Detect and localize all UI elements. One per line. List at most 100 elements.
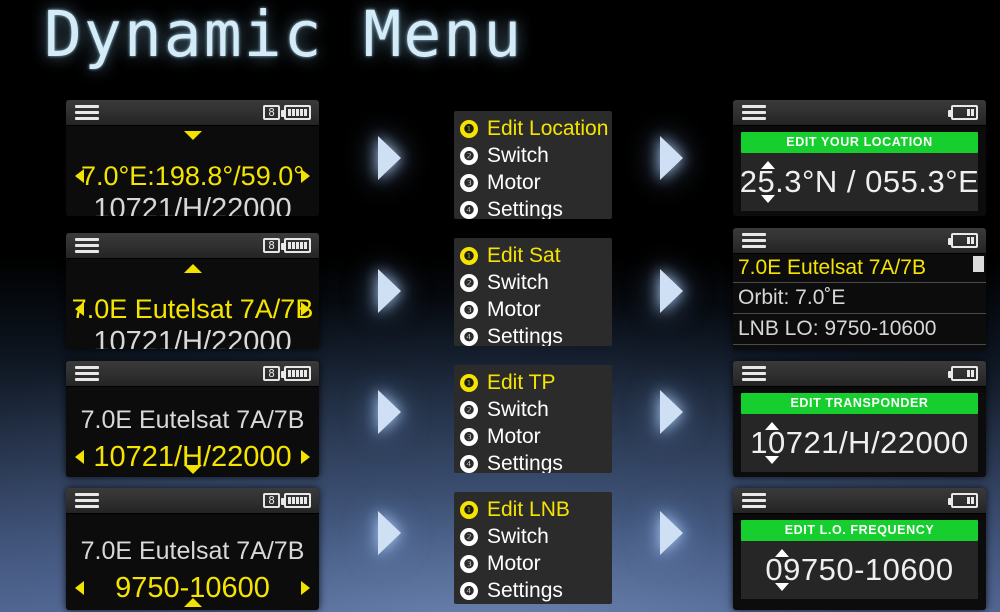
selected-value-row[interactable]: 7.0E Eutelsat 7A/7B: [66, 289, 319, 329]
menu-panel-transponder[interactable]: ❶ Edit TP ❷ Switch ❸ Motor ❹ Settings: [454, 365, 612, 473]
menu-item-label: Edit Sat: [487, 243, 561, 267]
device-screen-location-browse[interactable]: 8 7.0°E:198.8°/59.0° 10721/H/22000: [66, 100, 319, 216]
spinner-up-icon[interactable]: [761, 161, 775, 169]
arrow-right-icon[interactable]: [301, 581, 310, 595]
sub-value-row: 10721/H/22000: [66, 325, 319, 350]
menu-item-label: Switch: [487, 270, 549, 294]
hamburger-icon[interactable]: [75, 238, 99, 253]
spinner-up-icon[interactable]: [775, 549, 789, 557]
context-line-row: 7.0E Eutelsat 7A/7B: [66, 403, 319, 437]
menu-item[interactable]: ❷ Switch: [460, 523, 612, 550]
menu-item[interactable]: ❹ Settings: [460, 196, 612, 219]
menu-item[interactable]: ❷ Switch: [460, 269, 612, 296]
battery-icon: [948, 233, 978, 248]
spinner-down-icon[interactable]: [775, 583, 789, 591]
status-bar: 8: [66, 488, 319, 514]
sub-value-row: 10721/H/22000: [66, 192, 319, 217]
battery-icon: [281, 105, 311, 120]
context-line-row: 7.0E Eutelsat 7A/7B: [66, 534, 319, 568]
editor-field[interactable]: 09750-10600: [741, 541, 978, 599]
menu-item[interactable]: ❸ Motor: [460, 550, 612, 577]
hamburger-icon[interactable]: [742, 105, 766, 120]
editor-field[interactable]: 10721/H/22000: [741, 414, 978, 472]
hamburger-icon[interactable]: [75, 105, 99, 120]
menu-number-badge: ❸: [460, 173, 478, 192]
arrow-right-icon[interactable]: [301, 302, 310, 316]
status-indicators: [948, 233, 978, 248]
arrow-left-icon[interactable]: [75, 302, 84, 316]
hamburger-icon[interactable]: [742, 366, 766, 381]
editor-field[interactable]: 25.3°N / 055.3°E: [739, 153, 980, 211]
menu-item[interactable]: ❹ Settings: [460, 450, 612, 473]
device-screen-transponder-browse[interactable]: 8 7.0E Eutelsat 7A/7B 10721/H/22000: [66, 361, 319, 477]
sub-value: 10721/H/22000: [93, 192, 292, 217]
editor-value: 25.3°N / 055.3°E: [739, 164, 980, 199]
device-screen-lnb-browse[interactable]: 8 7.0E Eutelsat 7A/7B 9750-10600: [66, 488, 319, 610]
list-header: 7.0E Eutelsat 7A/7B: [733, 254, 986, 283]
menu-item[interactable]: ❶ Edit Sat: [460, 242, 612, 269]
menu-number-badge: ❷: [460, 273, 478, 292]
spinner-up-icon[interactable]: [765, 422, 779, 430]
status-bar: [733, 361, 986, 387]
scrollbar-thumb[interactable]: [973, 256, 984, 272]
list-item[interactable]: Orbit: 7.0˚E: [733, 283, 986, 314]
spinner-down-icon[interactable]: [761, 195, 775, 203]
device-screen-satellite-details[interactable]: 7.0E Eutelsat 7A/7B Orbit: 7.0˚E LNB LO:…: [733, 228, 986, 350]
menu-item[interactable]: ❸ Motor: [460, 423, 612, 450]
status-indicators: 8: [263, 366, 311, 381]
sub-value: 10721/H/22000: [93, 325, 292, 350]
screen-body: 7.0E Eutelsat 7A/7B 9750-10600: [66, 514, 319, 610]
arrow-left-icon[interactable]: [75, 169, 84, 183]
hamburger-icon[interactable]: [75, 366, 99, 381]
spinner-down-icon[interactable]: [765, 456, 779, 464]
list-item[interactable]: TP00: 10721/V/27500: [733, 345, 986, 350]
battery-icon: [948, 105, 978, 120]
menu-panel-lnb[interactable]: ❶ Edit LNB ❷ Switch ❸ Motor ❹ Settings: [454, 492, 612, 604]
menu-item[interactable]: ❸ Motor: [460, 169, 612, 196]
menu-number-badge: ❶: [460, 373, 478, 392]
menu-panel-satellite[interactable]: ❶ Edit Sat ❷ Switch ❸ Motor ❹ Settings: [454, 238, 612, 346]
flow-arrow-icon: [660, 269, 683, 313]
screen-body: EDIT TRANSPONDER 10721/H/22000: [733, 393, 986, 477]
menu-item-label: Edit Location: [487, 116, 609, 140]
status-bar: 8: [66, 100, 319, 126]
menu-item[interactable]: ❹ Settings: [460, 323, 612, 346]
menu-number-badge: ❶: [460, 119, 478, 138]
menu-item[interactable]: ❶ Edit TP: [460, 369, 612, 396]
hamburger-icon[interactable]: [742, 233, 766, 248]
arrow-right-icon[interactable]: [301, 169, 310, 183]
menu-item[interactable]: ❸ Motor: [460, 296, 612, 323]
flow-arrow-icon: [378, 269, 401, 313]
segment-display-icon: 8: [263, 493, 280, 508]
menu-item-label: Settings: [487, 451, 563, 474]
status-bar: 8: [66, 233, 319, 259]
list-item[interactable]: LNB LO: 9750-10600: [733, 314, 986, 345]
selected-value-row[interactable]: 7.0°E:198.8°/59.0°: [66, 156, 319, 196]
device-screen-edit-lo-frequency[interactable]: EDIT L.O. FREQUENCY 09750-10600: [733, 488, 986, 610]
device-screen-edit-location[interactable]: EDIT YOUR LOCATION 25.3°N / 055.3°E: [733, 100, 986, 216]
menu-item[interactable]: ❷ Switch: [460, 142, 612, 169]
screen-body: 7.0E Eutelsat 7A/7B 10721/H/22000: [66, 259, 319, 349]
hamburger-icon[interactable]: [75, 493, 99, 508]
arrow-left-icon[interactable]: [75, 581, 84, 595]
arrow-left-icon[interactable]: [75, 450, 84, 464]
status-indicators: [948, 493, 978, 508]
screen-body: 7.0E Eutelsat 7A/7B Orbit: 7.0˚E LNB LO:…: [733, 254, 986, 350]
menu-item[interactable]: ❶ Edit LNB: [460, 496, 612, 523]
status-indicators: [948, 105, 978, 120]
caret-up-icon: [183, 598, 202, 607]
menu-item[interactable]: ❹ Settings: [460, 577, 612, 604]
menu-panel-location[interactable]: ❶ Edit Location ❷ Switch ❸ Motor ❹ Setti…: [454, 111, 612, 219]
device-screen-edit-transponder[interactable]: EDIT TRANSPONDER 10721/H/22000: [733, 361, 986, 477]
segment-display-icon: 8: [263, 238, 280, 253]
hamburger-icon[interactable]: [742, 493, 766, 508]
status-bar: [733, 100, 986, 126]
arrow-right-icon[interactable]: [301, 450, 310, 464]
menu-item[interactable]: ❷ Switch: [460, 396, 612, 423]
menu-item[interactable]: ❶ Edit Location: [460, 115, 612, 142]
page-title: Dynamic Menu: [44, 0, 524, 71]
editor-banner: EDIT YOUR LOCATION: [741, 132, 978, 153]
device-screen-satellite-browse[interactable]: 8 7.0E Eutelsat 7A/7B 10721/H/22000: [66, 233, 319, 349]
screen-body: EDIT L.O. FREQUENCY 09750-10600: [733, 520, 986, 610]
status-indicators: 8: [263, 105, 311, 120]
